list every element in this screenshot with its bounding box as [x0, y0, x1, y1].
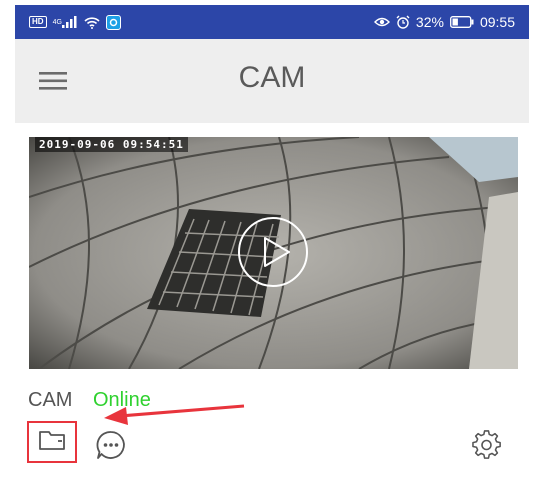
eye-icon	[373, 16, 390, 28]
camera-video-preview[interactable]: 2019-09-06 09:54:51	[29, 137, 518, 369]
page-title: CAM	[238, 61, 306, 94]
status-bar-left: HD 4G	[29, 14, 121, 30]
network-type-label: 4G	[52, 18, 62, 26]
status-bar: HD 4G 32% 09:55	[15, 5, 529, 39]
app-bar: CAM	[15, 39, 529, 123]
folder-icon	[38, 428, 66, 457]
alarm-icon	[396, 15, 410, 29]
gear-icon	[472, 430, 502, 464]
folder-button[interactable]	[27, 421, 77, 463]
battery-percent: 32%	[415, 14, 444, 30]
settings-button[interactable]	[472, 430, 502, 460]
message-icon	[95, 431, 127, 465]
camera-card: 2019-09-06 09:54:51 CAM Online	[15, 124, 529, 468]
hd-icon: HD	[29, 16, 47, 28]
message-button[interactable]	[95, 429, 127, 461]
wifi-icon	[84, 16, 100, 29]
cellular-signal-icon: 4G	[53, 16, 78, 28]
camera-status: Online	[93, 389, 151, 411]
play-icon[interactable]	[237, 216, 309, 288]
battery-icon	[450, 16, 474, 28]
video-timestamp: 2019-09-06 09:54:51	[35, 137, 188, 152]
status-time: 09:55	[479, 14, 515, 30]
app-notification-icon	[105, 14, 121, 30]
camera-name: CAM	[28, 389, 73, 411]
status-bar-right: 32% 09:55	[373, 14, 515, 30]
